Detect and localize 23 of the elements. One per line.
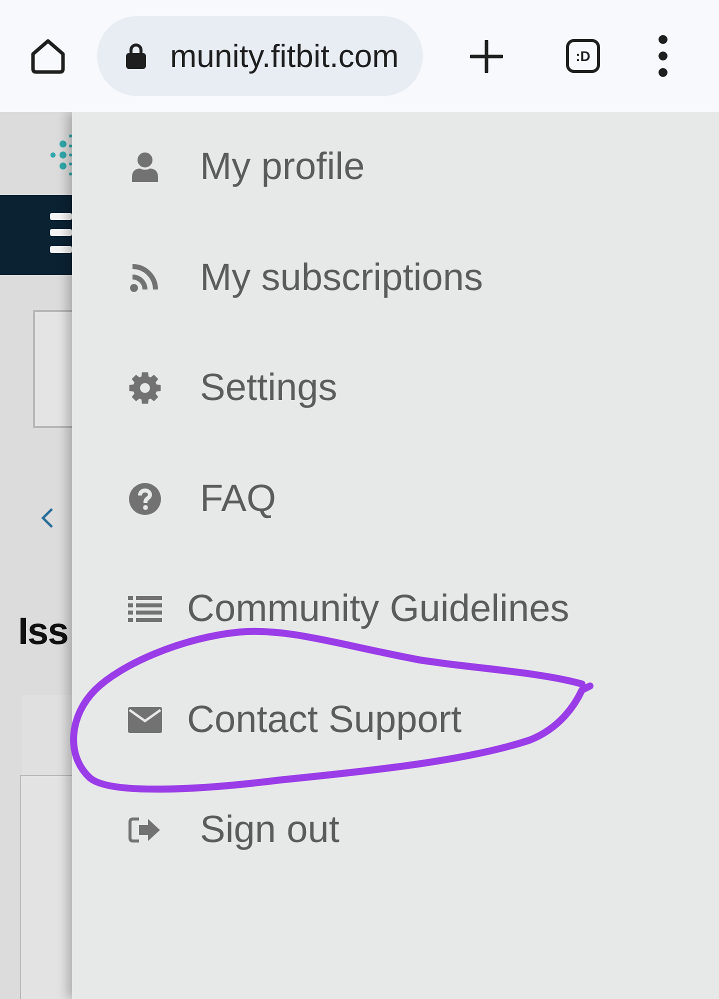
lock-icon — [126, 43, 146, 69]
menu-item[interactable]: My subscriptions — [72, 222, 719, 333]
menu-item[interactable]: FAQ — [72, 444, 719, 554]
settings-icon — [129, 372, 161, 404]
list-icon — [128, 596, 162, 622]
person-icon — [130, 152, 160, 182]
address-bar[interactable]: munity.fitbit.com — [97, 16, 423, 96]
menu-item[interactable]: Settings — [72, 333, 719, 444]
back-chevron-icon[interactable] — [40, 507, 54, 529]
page-heading: Iss — [18, 613, 69, 651]
menu-item[interactable]: Community Guidelines — [72, 554, 719, 664]
menu-icon[interactable] — [50, 213, 72, 253]
rss-icon — [130, 264, 158, 292]
tab-switcher-button[interactable]: :D — [566, 39, 600, 73]
plus-icon[interactable] — [470, 40, 503, 72]
menu-item[interactable]: My profile — [72, 112, 719, 222]
help-icon — [129, 482, 161, 515]
more-menu-icon[interactable] — [657, 35, 669, 77]
menu-item[interactable]: Sign out — [72, 775, 719, 886]
menu-item[interactable]: Contact Support — [72, 664, 719, 775]
sign-out-icon — [127, 816, 161, 844]
envelope-icon — [128, 706, 162, 733]
home-icon[interactable] — [30, 38, 66, 74]
